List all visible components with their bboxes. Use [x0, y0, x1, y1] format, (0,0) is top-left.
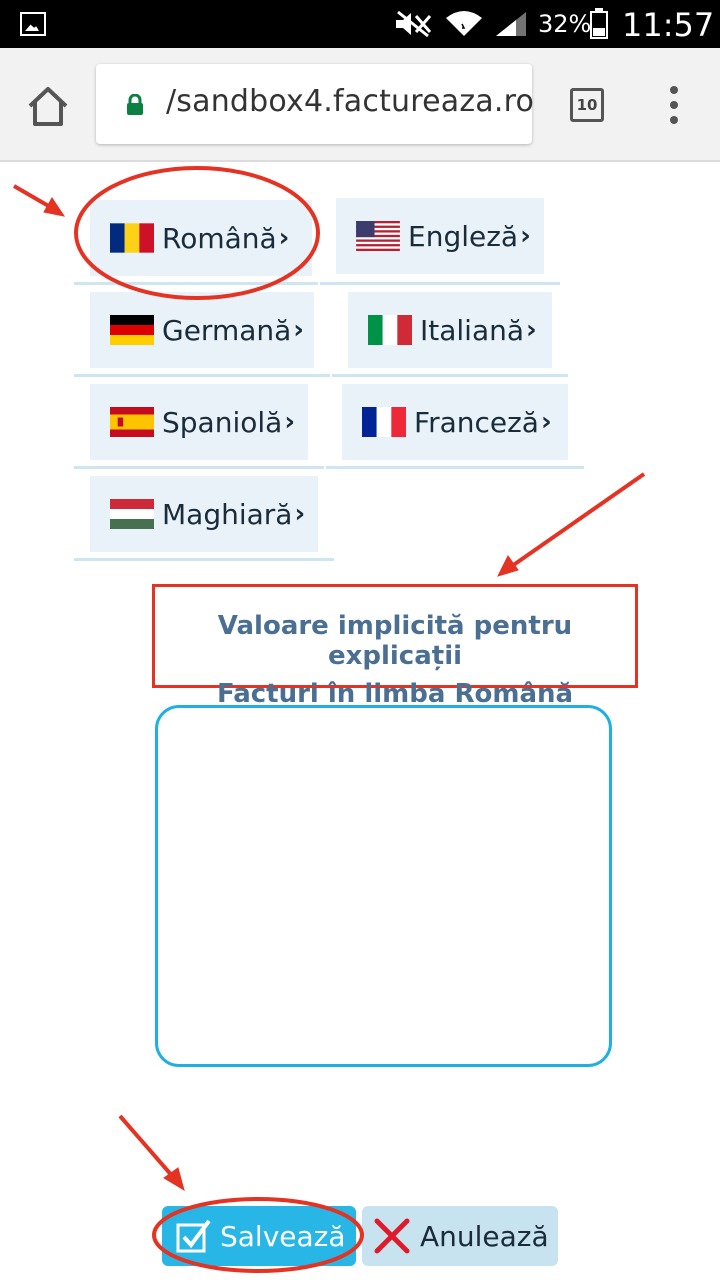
lang-button-engleza[interactable]: Engleză › — [336, 198, 544, 274]
overflow-menu-icon[interactable] — [664, 86, 684, 126]
flag-hu-icon — [110, 499, 154, 529]
lang-label: Italiană — [420, 313, 525, 347]
chevron-right-icon: › — [284, 407, 296, 437]
lang-label: Maghiară — [162, 497, 293, 531]
flag-us-icon — [356, 221, 400, 251]
divider — [326, 466, 584, 469]
lock-icon — [127, 94, 143, 115]
chevron-right-icon: › — [526, 315, 537, 345]
chevron-right-icon: › — [520, 221, 531, 251]
flag-es-icon — [110, 407, 154, 437]
flag-it-icon — [368, 315, 412, 345]
lang-button-maghiara[interactable]: Maghiară › — [90, 476, 318, 552]
annotation-arrow — [497, 472, 646, 577]
lang-label: Engleză — [408, 219, 519, 253]
gallery-icon — [20, 12, 46, 36]
lang-label: Spaniolă — [162, 405, 283, 439]
annotation-arrow — [118, 1114, 185, 1192]
lang-button-italiana[interactable]: Italiană › — [348, 292, 552, 368]
lang-button-romana[interactable]: Română › — [90, 200, 312, 276]
divider — [74, 282, 318, 285]
flag-de-icon — [110, 315, 154, 345]
browser-toolbar: /sandbox4.factureaza.ro 10 — [0, 48, 720, 162]
lang-label: Română — [162, 221, 277, 255]
save-label: Salvează — [220, 1219, 346, 1253]
description-line-1: Valoare implicită pentru explicații — [217, 611, 573, 671]
description-heading: Valoare implicită pentru explicații Fact… — [152, 584, 638, 709]
save-button[interactable]: Salvează — [162, 1206, 356, 1266]
tab-switcher-button[interactable]: 10 — [570, 88, 604, 122]
home-icon[interactable] — [24, 84, 72, 128]
checkbox-check-icon — [176, 1219, 211, 1253]
clock: 11:57 — [622, 6, 715, 44]
chevron-right-icon: › — [293, 315, 304, 345]
mute-icon — [396, 10, 432, 38]
status-bar: 32% 11:57 — [0, 0, 720, 48]
divider — [74, 558, 334, 561]
address-bar[interactable]: /sandbox4.factureaza.ro — [96, 64, 535, 144]
wifi-icon — [446, 11, 482, 36]
signal-icon — [496, 12, 526, 36]
divider — [74, 374, 330, 377]
lang-label: Germană — [162, 313, 292, 347]
battery-percent: 32% — [538, 10, 592, 38]
flag-fr-icon — [362, 407, 406, 437]
close-icon — [374, 1218, 410, 1254]
flag-ro-icon — [110, 223, 154, 253]
lang-button-spaniola[interactable]: Spaniolă › — [90, 384, 308, 460]
explanation-textarea[interactable] — [155, 705, 612, 1067]
chevron-right-icon: › — [540, 407, 552, 437]
annotation-arrow — [12, 184, 66, 217]
battery-icon — [590, 8, 608, 39]
divider — [332, 374, 568, 377]
divider — [74, 466, 324, 469]
divider — [320, 282, 560, 285]
cancel-button[interactable]: Anulează — [362, 1206, 558, 1266]
url-text: /sandbox4.factureaza.ro — [166, 84, 535, 119]
chevron-right-icon: › — [294, 499, 306, 529]
lang-button-germana[interactable]: Germană › — [90, 292, 314, 368]
chevron-right-icon: › — [278, 223, 290, 253]
cancel-label: Anulează — [420, 1219, 549, 1253]
lang-button-franceza[interactable]: Franceză › — [342, 384, 568, 460]
lang-label: Franceză — [414, 405, 539, 439]
